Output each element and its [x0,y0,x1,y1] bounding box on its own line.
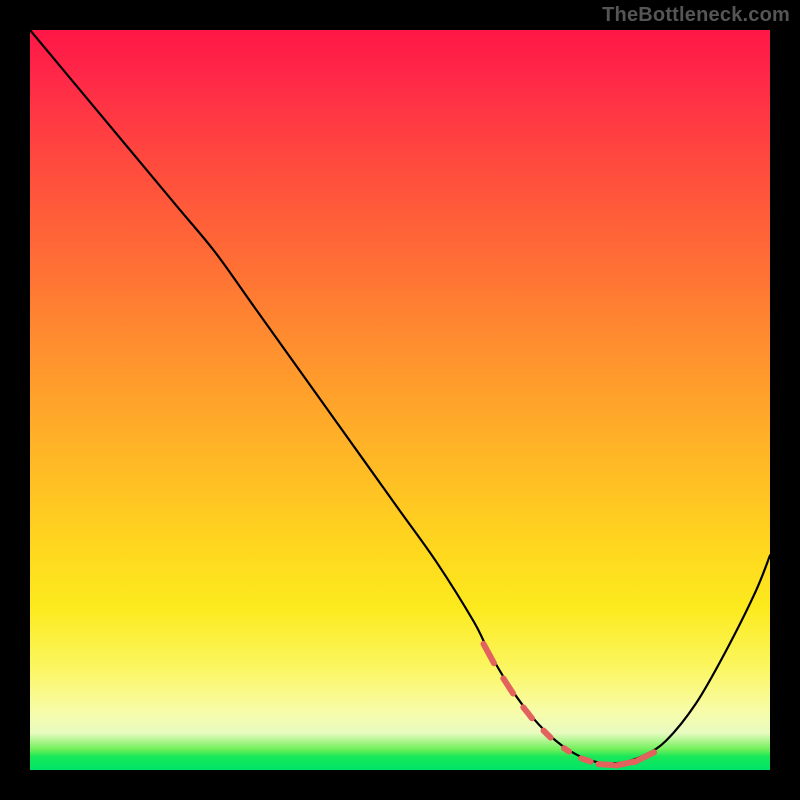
watermark-text: TheBottleneck.com [602,4,790,27]
optimal-dash [598,764,612,765]
plot-area [30,30,770,770]
optimal-dash [564,748,569,751]
optimal-dash [523,707,532,718]
bottleneck-curve [30,30,770,764]
optimal-dash [484,644,495,663]
chart-frame: TheBottleneck.com [0,0,800,800]
optimal-dash [581,758,590,761]
optimal-dash [503,678,513,693]
optimal-dash [544,731,551,738]
plot-svg [30,30,770,770]
optimal-dash [616,762,634,766]
optimal-range-dashes [484,644,655,766]
